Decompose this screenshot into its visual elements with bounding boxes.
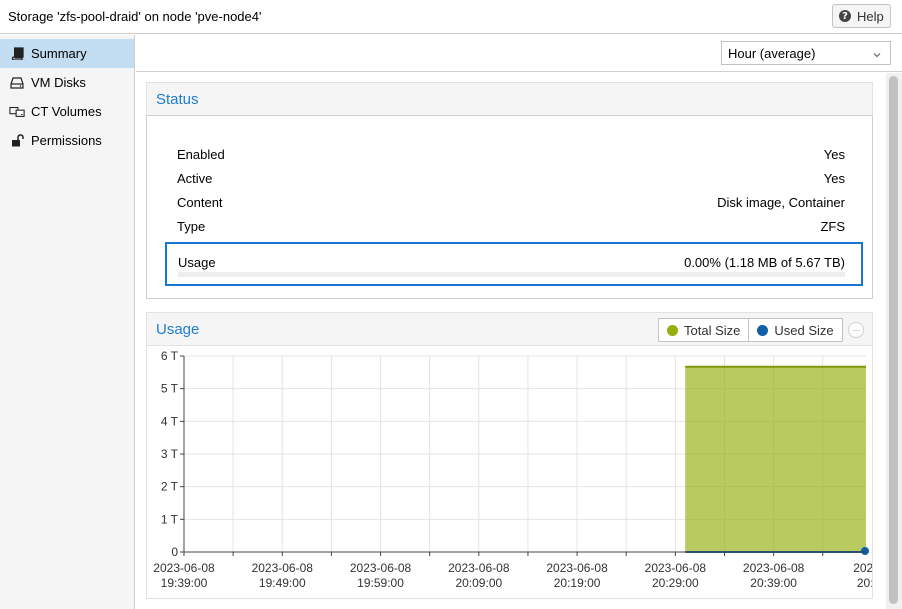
sidebar-item-permissions[interactable]: Permissions <box>0 126 134 155</box>
scrollbar-thumb[interactable] <box>889 76 898 604</box>
chart-x-tick-label-date: 2023-06-08 <box>546 561 608 575</box>
status-panel-header: Status <box>146 82 873 115</box>
status-row-key: Enabled <box>177 146 225 162</box>
usage-chart: 01 T2 T3 T4 T5 T6 T2023-06-0819:39:00202… <box>153 349 891 590</box>
window-title: Storage 'zfs-pool-draid' on node 'pve-no… <box>8 9 262 24</box>
chart-y-tick-label: 0 <box>171 545 178 559</box>
status-panel-body: Enabled Yes Active Yes Content Disk imag… <box>146 115 873 299</box>
timeframe-value: Hour (average) <box>728 45 816 61</box>
sidebar-item-ct-volumes[interactable]: CT Volumes <box>0 97 134 126</box>
status-row-key: Usage <box>178 254 216 270</box>
chart-x-tick-label-time: 20:48 <box>857 576 872 590</box>
status-row-value: Yes <box>823 146 845 162</box>
chart-x-tick-label-date: 2023-06-08 <box>448 561 510 575</box>
question-icon: ? <box>839 10 851 22</box>
status-row-enabled: Enabled Yes <box>177 142 845 166</box>
content-area: Status Enabled Yes Active Yes Content Di… <box>136 73 891 609</box>
chart-x-tick-label-date: 2023-06-08 <box>743 561 805 575</box>
chart-x-tick-label-time: 19:39:00 <box>161 576 208 590</box>
status-row-key: Content <box>177 194 223 210</box>
chart-y-tick-label: 4 T <box>161 414 179 428</box>
legend-used-size[interactable]: Used Size <box>749 318 843 342</box>
status-row-key: Type <box>177 218 206 234</box>
chart-x-tick-label-time: 19:59:00 <box>357 576 404 590</box>
sidebar-item-vm-disks[interactable]: VM Disks <box>0 68 134 97</box>
sidebar-item-summary[interactable]: Summary <box>0 39 134 68</box>
chart-y-tick-label: 1 T <box>161 512 179 526</box>
vertical-scrollbar[interactable] <box>886 73 902 609</box>
chart-x-tick-label-date: 2023-06-08 <box>350 561 412 575</box>
storage-summary-window: Storage 'zfs-pool-draid' on node 'pve-no… <box>0 0 902 609</box>
chevron-down-icon <box>872 48 882 63</box>
status-panel-title: Status <box>156 91 199 108</box>
chart-y-tick-label: 6 T <box>161 349 179 363</box>
main-panel: Hour (average) Status Enabled Yes Active… <box>136 35 902 609</box>
chart-x-tick-label-date: 2023-06-08 <box>645 561 707 575</box>
help-button[interactable]: ? Help <box>832 4 891 28</box>
unlock-icon <box>9 134 25 148</box>
chart-y-tick-label: 3 T <box>161 447 179 461</box>
chart-point-used-size <box>861 547 869 555</box>
status-row-active: Active Yes <box>177 166 845 190</box>
chart-y-tick-label: 5 T <box>161 382 179 396</box>
usage-panel-title: Usage <box>156 321 200 338</box>
chart-x-tick-label-time: 20:29:00 <box>652 576 699 590</box>
help-button-label: Help <box>857 8 884 24</box>
toolbar: Hour (average) <box>136 35 902 72</box>
status-row-value: ZFS <box>820 218 845 234</box>
sidebar-item-label: Permissions <box>31 133 102 148</box>
status-row-value: Yes <box>823 170 845 186</box>
chart-x-tick-label-time: 20:09:00 <box>455 576 502 590</box>
status-row-content: Content Disk image, Container <box>177 190 845 214</box>
chart-area-total-size <box>685 366 866 552</box>
timeframe-select[interactable]: Hour (average) <box>721 41 891 65</box>
chart-x-tick-label-date: 2023-06-08 <box>153 561 215 575</box>
sidebar-nav: Summary VM Disks CT Volumes Permissions <box>0 35 135 609</box>
usage-panel-header: Usage Total Size Used Size <box>146 312 873 345</box>
chart-x-tick-label-date: 2023-0 <box>853 561 872 575</box>
status-row-usage: Usage 0.00% (1.18 MB of 5.67 TB) <box>165 242 863 286</box>
legend-label: Total Size <box>684 322 741 338</box>
status-row-value: Disk image, Container <box>717 194 845 210</box>
ct-volumes-icon <box>9 105 25 119</box>
usage-progress-bar <box>178 272 845 277</box>
chart-y-tick-label: 2 T <box>161 480 179 494</box>
usage-value: 0.00% (1.18 MB of 5.67 TB) <box>684 254 845 270</box>
sidebar-item-label: CT Volumes <box>31 104 102 119</box>
usage-text-row: Usage 0.00% (1.18 MB of 5.67 TB) <box>178 250 845 274</box>
legend-dot <box>757 324 769 336</box>
legend-label: Used Size <box>774 322 834 338</box>
chart-x-tick-label-date: 2023-06-08 <box>252 561 314 575</box>
status-row-type: Type ZFS <box>177 214 845 238</box>
hdd-icon <box>9 76 25 90</box>
chart-x-tick-label-time: 20:39:00 <box>750 576 797 590</box>
legend-dot <box>667 324 678 336</box>
undo-zoom-icon[interactable] <box>848 322 864 338</box>
book-icon <box>9 47 25 61</box>
legend-total-size[interactable]: Total Size <box>658 318 750 342</box>
sidebar-item-label: Summary <box>31 46 87 61</box>
chart-x-tick-label-time: 19:49:00 <box>259 576 306 590</box>
chart-legend: Total Size Used Size <box>658 318 843 342</box>
usage-panel-body: 01 T2 T3 T4 T5 T6 T 2023-06-08 19:39:00 202… <box>146 345 891 599</box>
chart-x-tick-label-time: 20:19:00 <box>554 576 601 590</box>
status-row-key: Active <box>177 170 213 186</box>
title-bar: Storage 'zfs-pool-draid' on node 'pve-no… <box>0 0 902 34</box>
sidebar-item-label: VM Disks <box>31 75 86 90</box>
